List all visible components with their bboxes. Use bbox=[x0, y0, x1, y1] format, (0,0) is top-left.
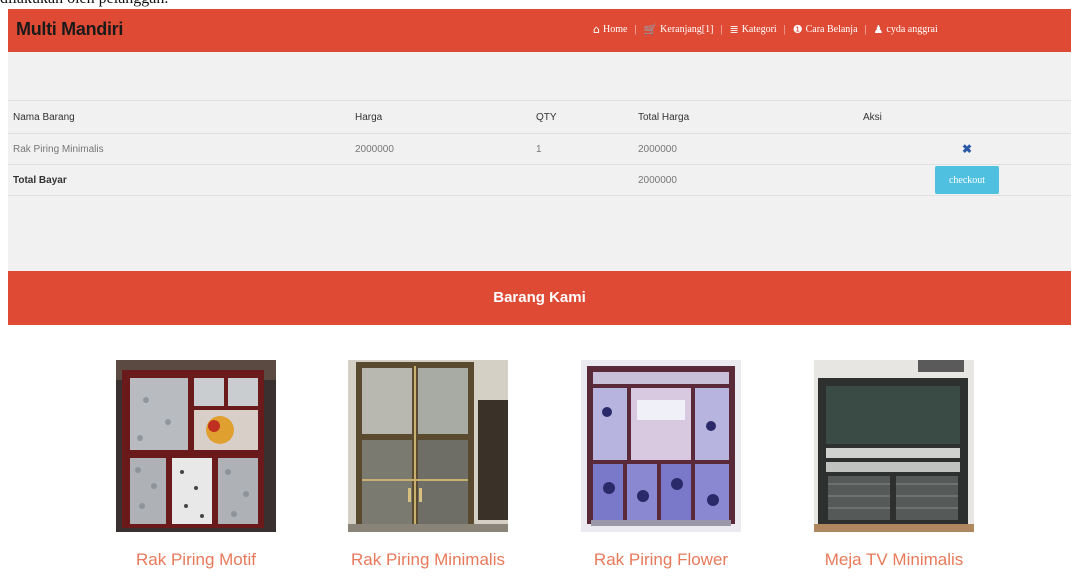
nav-home-label: Home bbox=[602, 24, 628, 35]
cart-icon: 🛒 bbox=[643, 23, 658, 36]
nav-menu: ⌂ Home | 🛒 Keranjang[1] | ≣ Kategori | ❶ Car… bbox=[593, 23, 938, 36]
section-title: Barang Kami bbox=[8, 271, 1071, 325]
nav-separator: | bbox=[864, 24, 867, 35]
product-card[interactable]: Rak Piring Minimalis bbox=[348, 360, 508, 570]
product-name-link[interactable]: Rak Piring Flower bbox=[581, 550, 741, 570]
nav-user-label: cyda anggrai bbox=[886, 24, 938, 35]
col-header-price: Harga bbox=[350, 100, 531, 134]
nav-separator: | bbox=[634, 24, 637, 35]
nav-cart-label: Keranjang[1] bbox=[660, 24, 714, 35]
nav-separator: | bbox=[720, 24, 723, 35]
checkout-cell: checkout bbox=[858, 164, 1071, 196]
cell-item-name: Rak Piring Minimalis bbox=[8, 133, 350, 165]
cell-item-qty: 1 bbox=[531, 133, 633, 165]
product-name-link[interactable]: Rak Piring Motif bbox=[116, 550, 276, 570]
nav-how-to-buy-label: Cara Belanja bbox=[805, 24, 858, 35]
product-image[interactable] bbox=[116, 360, 276, 532]
col-header-total: Total Harga bbox=[633, 100, 858, 134]
nav-separator: | bbox=[783, 24, 786, 35]
product-name-link[interactable]: Rak Piring Minimalis bbox=[348, 550, 508, 570]
cell-item-action: ✖ bbox=[858, 133, 1071, 165]
brand-logo[interactable]: Multi Mandiri bbox=[16, 19, 123, 40]
page-caption: dilakukan oleh pelanggan. bbox=[0, 0, 168, 8]
nav-cart[interactable]: 🛒 Keranjang[1] bbox=[643, 23, 713, 36]
total-label: Total Bayar bbox=[8, 164, 350, 196]
col-header-name: Nama Barang bbox=[8, 100, 350, 134]
navbar: Multi Mandiri ⌂ Home | 🛒 Keranjang[1] | ≣ K… bbox=[8, 9, 1071, 52]
product-card[interactable]: Rak Piring Motif bbox=[116, 360, 276, 570]
info-icon: ❶ bbox=[792, 23, 803, 36]
col-header-action: Aksi bbox=[858, 100, 1071, 134]
product-card[interactable]: Rak Piring Flower bbox=[581, 360, 741, 570]
col-header-qty: QTY bbox=[531, 100, 633, 134]
nav-category-label: Kategori bbox=[741, 24, 777, 35]
product-card[interactable]: Meja TV Minimalis bbox=[814, 360, 974, 570]
nav-user[interactable]: ♟ cyda anggrai bbox=[874, 23, 938, 36]
nav-how-to-buy[interactable]: ❶ Cara Belanja bbox=[793, 23, 858, 36]
nav-home[interactable]: ⌂ Home bbox=[593, 23, 627, 36]
total-empty-cell bbox=[531, 164, 633, 196]
total-empty-cell bbox=[350, 164, 531, 196]
total-value: 2000000 bbox=[633, 164, 858, 196]
cart-header-row: Nama Barang Harga QTY Total Harga Aksi bbox=[8, 100, 1071, 134]
table-row: Rak Piring Minimalis 2000000 1 2000000 ✖ bbox=[8, 133, 1071, 165]
product-image[interactable] bbox=[348, 360, 508, 532]
product-name-link[interactable]: Meja TV Minimalis bbox=[814, 550, 974, 570]
cell-item-price: 2000000 bbox=[350, 133, 531, 165]
remove-item-icon[interactable]: ✖ bbox=[863, 142, 1071, 156]
nav-category[interactable]: ≣ Kategori bbox=[729, 23, 776, 36]
user-icon: ♟ bbox=[873, 23, 884, 36]
list-icon: ≣ bbox=[729, 23, 739, 36]
product-image[interactable] bbox=[581, 360, 741, 532]
product-image[interactable] bbox=[814, 360, 974, 532]
cart-table: Nama Barang Harga QTY Total Harga Aksi R… bbox=[8, 100, 1071, 196]
cell-item-total: 2000000 bbox=[633, 133, 858, 165]
home-icon: ⌂ bbox=[593, 23, 600, 36]
total-row: Total Bayar 2000000 checkout bbox=[8, 164, 1071, 196]
checkout-button[interactable]: checkout bbox=[935, 166, 999, 194]
